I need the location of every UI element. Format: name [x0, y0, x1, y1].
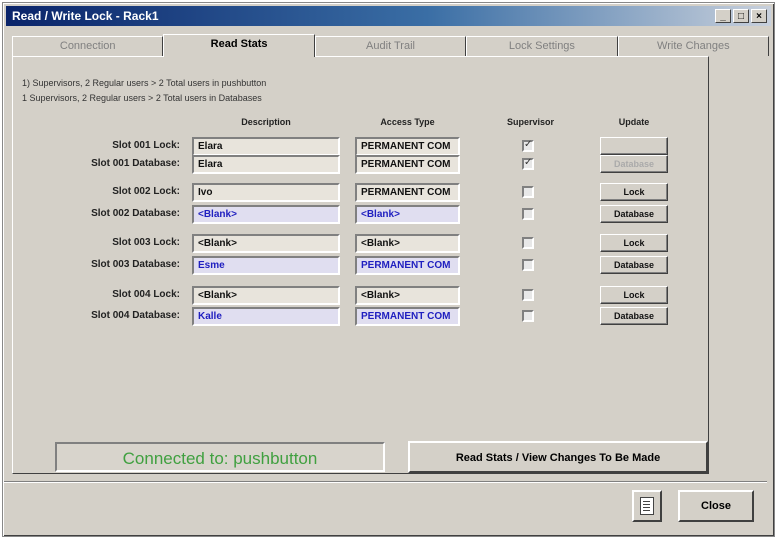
- title-bar[interactable]: Read / Write Lock - Rack1 _ □ ×: [6, 6, 771, 26]
- window-title: Read / Write Lock - Rack1: [12, 9, 159, 23]
- description-field[interactable]: Elara: [192, 155, 340, 174]
- update-database-button[interactable]: Database: [600, 256, 668, 274]
- update-database-button[interactable]: Database: [600, 307, 668, 325]
- legend: 1) Supervisors, 2 Regular users > 2 Tota…: [22, 76, 402, 106]
- description-field[interactable]: Ivo: [192, 183, 340, 202]
- minimize-button[interactable]: _: [715, 9, 731, 23]
- update-database-button[interactable]: Database: [600, 155, 668, 173]
- maximize-button[interactable]: □: [733, 9, 749, 23]
- row-label: Slot 001 Database:: [91, 158, 180, 169]
- read-stats-button[interactable]: Read Stats / View Changes To Be Made: [408, 441, 708, 473]
- description-field[interactable]: <Blank>: [192, 286, 340, 305]
- access-type-field[interactable]: PERMANENT COM: [355, 307, 460, 326]
- close-window-button[interactable]: ×: [751, 9, 767, 23]
- description-field[interactable]: Esme: [192, 256, 340, 275]
- header-access-type: Access Type: [380, 117, 435, 127]
- update-lock-button[interactable]: Lock: [600, 234, 668, 252]
- legend-line-2: 1 Supervisors, 2 Regular users > 2 Total…: [22, 93, 262, 103]
- description-field[interactable]: <Blank>: [192, 234, 340, 253]
- header-supervisor: Supervisor: [506, 117, 555, 127]
- description-field[interactable]: Kalle: [192, 307, 340, 326]
- tab-read-stats[interactable]: Read Stats: [163, 34, 315, 57]
- supervisor-checkbox[interactable]: [522, 157, 534, 170]
- row-label: Slot 004 Database:: [91, 310, 180, 321]
- row-label: Slot 001 Lock:: [112, 140, 180, 151]
- tab-write-changes[interactable]: Write Changes: [617, 36, 770, 56]
- row-label: Slot 003 Database:: [91, 259, 180, 270]
- access-type-field[interactable]: <Blank>: [355, 286, 460, 305]
- access-type-field[interactable]: <Blank>: [355, 205, 460, 224]
- supervisor-checkbox[interactable]: [522, 289, 534, 301]
- supervisor-checkbox[interactable]: [522, 186, 534, 198]
- tab-lock-settings[interactable]: Lock Settings: [466, 36, 618, 56]
- access-type-field[interactable]: PERMANENT COM: [355, 256, 460, 275]
- tab-audit-trail[interactable]: Audit Trail: [314, 36, 467, 56]
- access-type-field[interactable]: PERMANENT COM: [355, 155, 460, 174]
- row-label: Slot 002 Database:: [91, 208, 180, 219]
- legend-line-1: 1) Supervisors, 2 Regular users > 2 Tota…: [22, 78, 267, 88]
- update-lock-button[interactable]: [600, 137, 668, 155]
- description-field[interactable]: Elara: [192, 137, 340, 156]
- access-type-field[interactable]: PERMANENT COM: [355, 183, 460, 202]
- header-description: Description: [241, 117, 291, 127]
- close-button[interactable]: Close: [678, 490, 754, 522]
- description-field[interactable]: <Blank>: [192, 205, 340, 224]
- document-icon: [640, 497, 654, 515]
- supervisor-checkbox[interactable]: [522, 259, 534, 271]
- update-lock-button[interactable]: Lock: [600, 286, 668, 304]
- row-label: Slot 004 Lock:: [112, 289, 180, 300]
- header-update: Update: [618, 117, 650, 127]
- supervisor-checkbox[interactable]: [522, 310, 534, 322]
- row-label: Slot 003 Lock:: [112, 237, 180, 248]
- connection-status: Connected to: pushbutton: [55, 442, 385, 472]
- access-type-field[interactable]: PERMANENT COM: [355, 137, 460, 156]
- supervisor-checkbox[interactable]: [522, 237, 534, 249]
- supervisor-checkbox[interactable]: [522, 208, 534, 220]
- report-button[interactable]: [632, 490, 662, 522]
- row-label: Slot 002 Lock:: [112, 186, 180, 197]
- access-type-field[interactable]: <Blank>: [355, 234, 460, 253]
- tab-connection[interactable]: Connection: [12, 36, 164, 56]
- tab-strip: Connection Read Stats Audit Trail Lock S…: [12, 34, 770, 57]
- update-lock-button[interactable]: Lock: [600, 183, 668, 201]
- update-database-button[interactable]: Database: [600, 205, 668, 223]
- supervisor-checkbox[interactable]: [522, 139, 534, 152]
